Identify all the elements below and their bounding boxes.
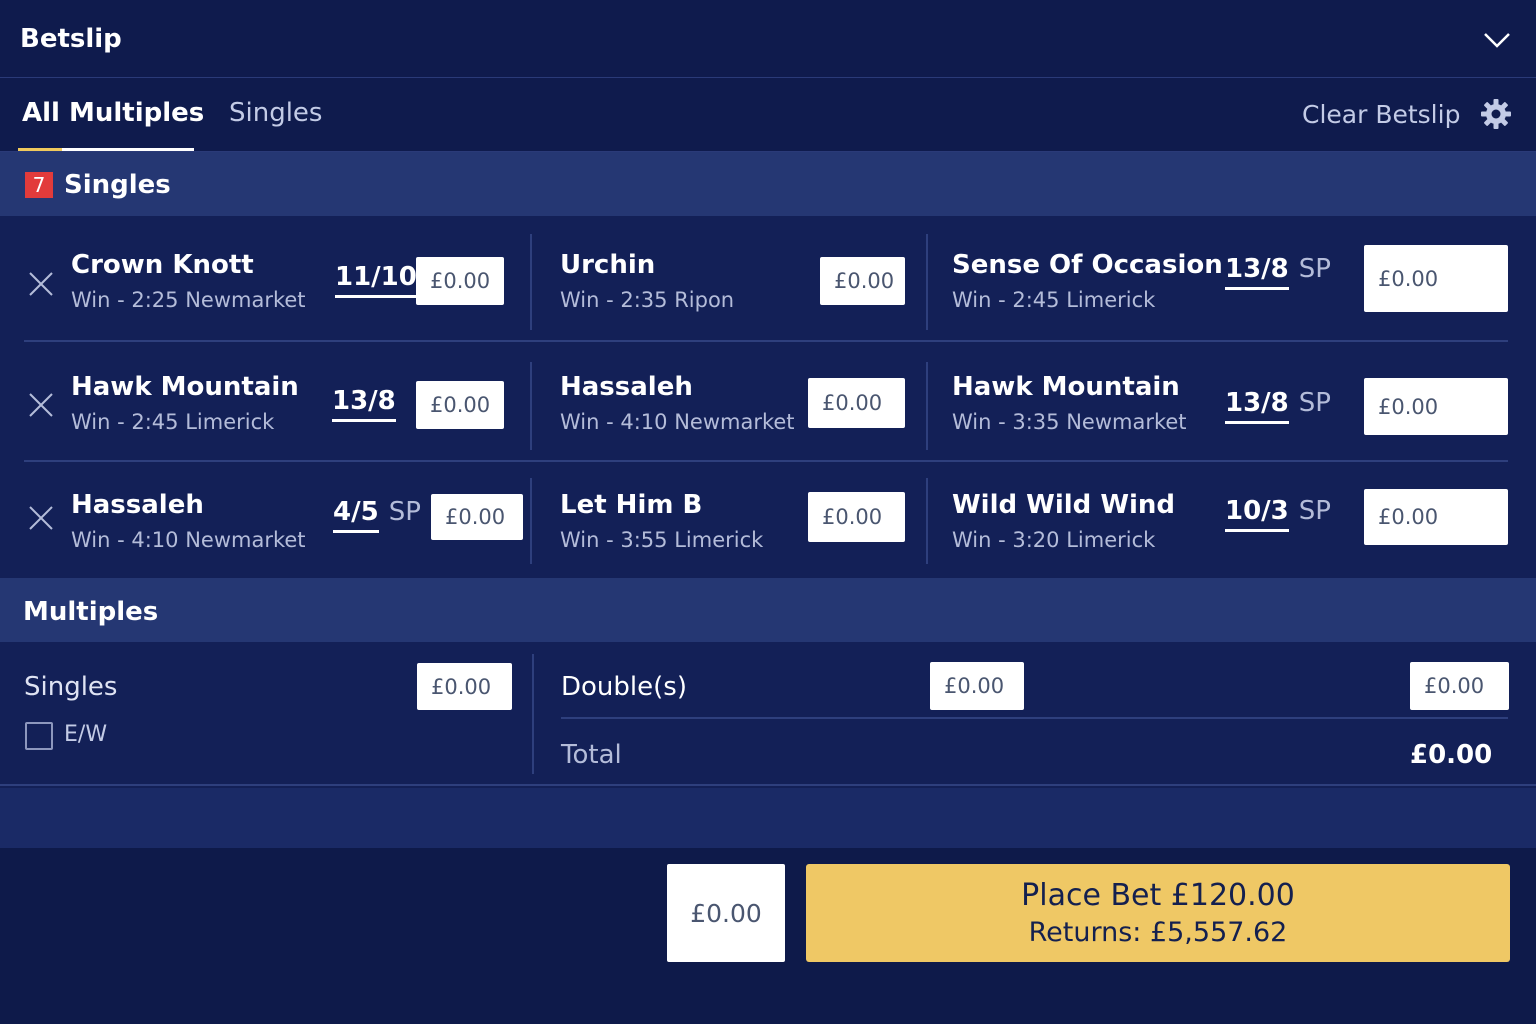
selection-name: Hassaleh	[560, 372, 693, 402]
column-divider	[532, 654, 534, 774]
stake-input[interactable]: £0.00	[1364, 378, 1508, 435]
stake-input[interactable]: £0.00	[416, 257, 504, 305]
selection-market: Win - 2:45 Limerick	[71, 410, 275, 434]
total-divider	[561, 717, 1508, 719]
each-way-checkbox[interactable]	[25, 722, 53, 750]
sp-label[interactable]: SP	[1299, 496, 1331, 526]
column-divider	[926, 362, 928, 450]
potential-returns: Returns: £5,557.62	[1028, 917, 1288, 948]
remove-selection-icon[interactable]	[27, 504, 55, 532]
singles-stake-input[interactable]: £0.00	[417, 663, 512, 710]
column-divider	[926, 234, 928, 330]
selection-name: Crown Knott	[71, 250, 254, 280]
selections-grid: Crown Knott Win - 2:25 Newmarket 11/10 £…	[0, 216, 1536, 578]
stake-input[interactable]: £0.00	[1364, 489, 1508, 545]
doubles-ew-stake-input[interactable]: £0.00	[1410, 662, 1509, 710]
selection-odds[interactable]: 10/3 SP	[1225, 496, 1331, 532]
stake-input[interactable]: £0.00	[808, 492, 905, 542]
selection-odds[interactable]: 13/8	[332, 386, 396, 422]
stake-input[interactable]: £0.00	[808, 378, 905, 428]
odds-price[interactable]: 13/8	[1225, 254, 1289, 290]
total-value: £0.00	[1410, 740, 1493, 770]
stake-input[interactable]: £0.00	[431, 494, 523, 540]
selection-odds[interactable]: 4/5 SP	[333, 497, 421, 533]
column-divider	[530, 362, 532, 450]
selection-name: Hawk Mountain	[952, 372, 1180, 402]
selection-odds[interactable]: 13/8 SP	[1225, 388, 1331, 424]
panel-spacer	[0, 788, 1536, 848]
total-label: Total	[561, 740, 622, 770]
betslip-header: Betslip	[0, 0, 1536, 78]
selection-market: Win - 3:55 Limerick	[560, 528, 764, 552]
tab-singles[interactable]: Singles	[229, 98, 322, 128]
selection-name: Urchin	[560, 250, 656, 280]
stake-input[interactable]: £0.00	[1364, 245, 1508, 312]
singles-section-header: 7 Singles	[0, 152, 1536, 216]
column-divider	[926, 478, 928, 564]
row-divider	[24, 340, 1508, 342]
doubles-label: Double(s)	[561, 672, 687, 702]
remove-selection-icon[interactable]	[27, 391, 55, 419]
doubles-stake-input[interactable]: £0.00	[930, 662, 1024, 710]
selection-name: Hawk Mountain	[71, 372, 299, 402]
betslip-title: Betslip	[20, 24, 122, 54]
odds-price[interactable]: 11/10	[335, 262, 417, 298]
selection-market: Win - 3:20 Limerick	[952, 528, 1156, 552]
active-tab-indicator	[18, 148, 194, 151]
each-way-label: E/W	[64, 722, 108, 747]
betslip-footer: £0.00 Place Bet £120.00 Returns: £5,557.…	[0, 848, 1536, 1024]
multiples-section-title: Multiples	[23, 597, 159, 627]
row-divider	[24, 460, 1508, 462]
multiples-section-header: Multiples	[0, 578, 1536, 642]
selection-market: Win - 2:25 Newmarket	[71, 288, 306, 312]
sp-label[interactable]: SP	[1299, 254, 1331, 284]
selection-name: Wild Wild Wind	[952, 490, 1176, 520]
gear-icon[interactable]	[1480, 98, 1512, 130]
place-bet-button[interactable]: Place Bet £120.00 Returns: £5,557.62	[806, 864, 1510, 962]
odds-price[interactable]: 13/8	[332, 386, 396, 422]
sp-label[interactable]: SP	[389, 497, 421, 527]
clear-betslip-button[interactable]: Clear Betslip	[1302, 100, 1460, 129]
betslip-tabs: All Multiples Singles Clear Betslip	[0, 78, 1536, 152]
odds-price[interactable]: 4/5	[333, 497, 379, 533]
selection-name: Let Him B	[560, 490, 703, 520]
selection-market: Win - 2:35 Ripon	[560, 288, 735, 312]
selection-market: Win - 3:35 Newmarket	[952, 410, 1187, 434]
sp-label[interactable]: SP	[1299, 388, 1331, 418]
column-divider	[530, 234, 532, 330]
active-tab-accent	[18, 148, 62, 151]
place-bet-label: Place Bet £120.00	[1021, 878, 1295, 913]
stake-input[interactable]: £0.00	[416, 381, 504, 429]
singles-section-title: Singles	[64, 170, 171, 200]
total-stake-input[interactable]: £0.00	[667, 864, 785, 962]
odds-price[interactable]: 13/8	[1225, 388, 1289, 424]
singles-multiple-label: Singles	[24, 672, 118, 702]
stake-input[interactable]: £0.00	[820, 257, 905, 305]
selection-odds[interactable]: 13/8 SP	[1225, 254, 1331, 290]
odds-price[interactable]: 10/3	[1225, 496, 1289, 532]
tab-all-multiples[interactable]: All Multiples	[22, 98, 204, 128]
multiples-panel: Singles £0.00 E/W Double(s) £0.00 £0.00 …	[0, 642, 1536, 786]
selection-name: Hassaleh	[71, 490, 204, 520]
selection-market: Win - 4:10 Newmarket	[560, 410, 795, 434]
selection-market: Win - 2:45 Limerick	[952, 288, 1156, 312]
selection-odds[interactable]: 11/10	[335, 262, 417, 298]
chevron-down-icon[interactable]	[1482, 30, 1512, 50]
selection-name: Sense Of Occasion	[952, 250, 1223, 280]
column-divider	[530, 478, 532, 564]
selection-market: Win - 4:10 Newmarket	[71, 528, 306, 552]
selection-count-badge: 7	[25, 172, 53, 198]
remove-selection-icon[interactable]	[27, 270, 55, 298]
